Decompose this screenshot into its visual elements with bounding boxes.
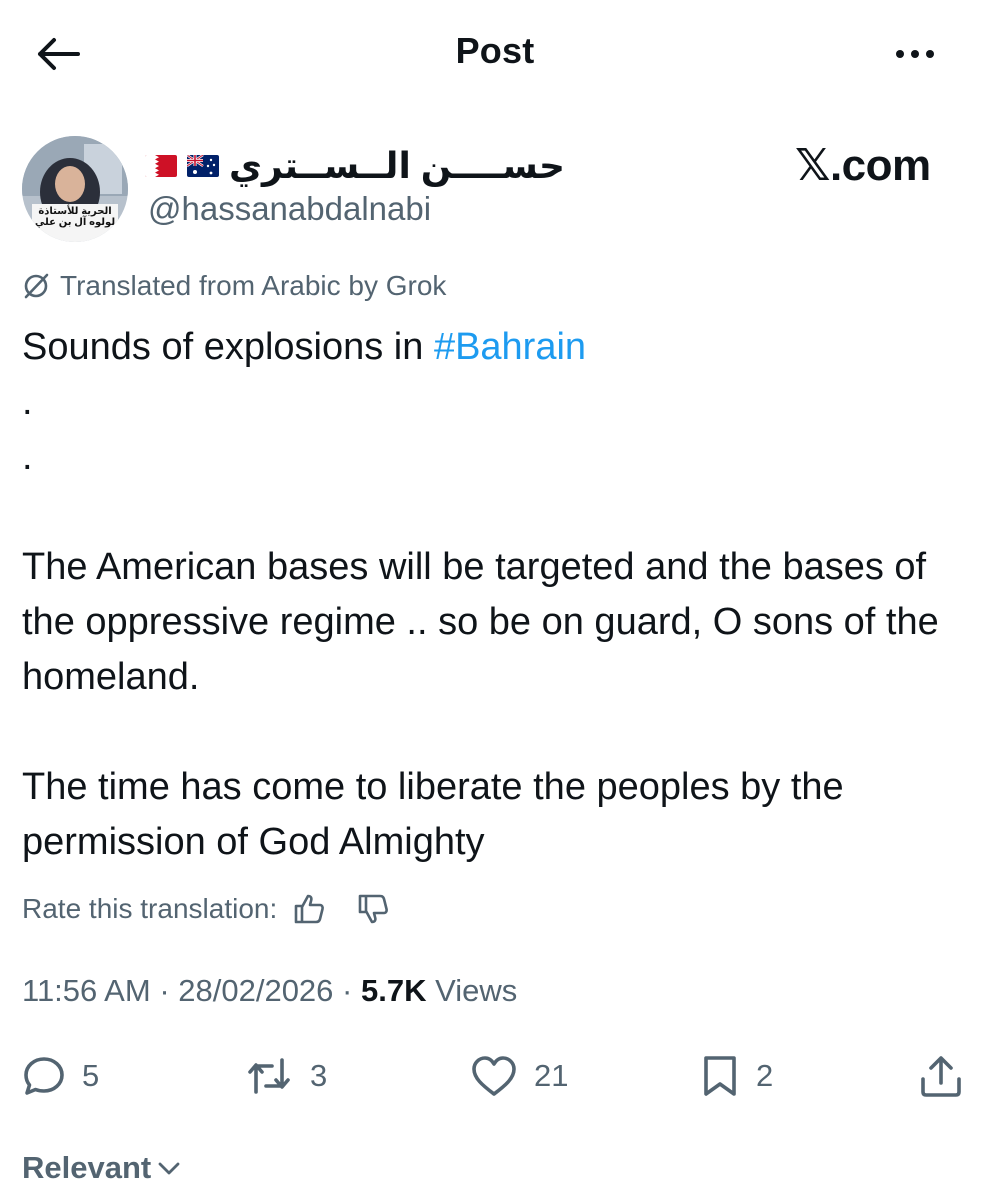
- thumbs-down-button[interactable]: [351, 887, 395, 931]
- avatar-caption: الحرية للأستاذة لولوه آل بن علي: [34, 206, 116, 228]
- like-button[interactable]: 21: [470, 1048, 568, 1104]
- australia-flag-icon: [187, 155, 219, 177]
- post-time[interactable]: 11:56 AM: [22, 973, 151, 1008]
- more-button[interactable]: [880, 30, 950, 78]
- thumbs-up-icon: [294, 894, 325, 924]
- post-paragraph-2: The American bases will be targeted and …: [22, 546, 939, 698]
- sort-label: Relevant: [22, 1150, 152, 1185]
- views-label: Views: [435, 973, 518, 1008]
- heart-icon: [472, 1056, 516, 1096]
- thumbs-down-icon: [358, 894, 389, 924]
- post-line-1: Sounds of explosions in #Bahrain: [22, 320, 972, 375]
- bahrain-flag-icon: [145, 155, 177, 177]
- share-button[interactable]: [918, 1048, 964, 1104]
- meta-separator: ·: [159, 973, 170, 1008]
- post-dot-1: .: [22, 381, 33, 423]
- repost-button[interactable]: 3: [244, 1048, 327, 1104]
- post-text: Sounds of explosions in #Bahrain . . The…: [22, 320, 972, 870]
- grok-icon: [24, 273, 49, 299]
- repost-count: 3: [310, 1058, 328, 1093]
- avatar[interactable]: الحرية للأستاذة لولوه آل بن علي: [22, 136, 128, 242]
- like-count: 21: [534, 1058, 569, 1093]
- meta-separator: ·: [342, 973, 353, 1008]
- replies-sort-dropdown[interactable]: Relevant: [22, 1150, 181, 1186]
- reply-count: 5: [82, 1058, 100, 1093]
- rate-translation: Rate this translation:: [22, 887, 395, 931]
- bookmark-button[interactable]: 2: [700, 1048, 773, 1104]
- author-handle[interactable]: @hassanabdalnabi: [148, 190, 431, 228]
- bookmark-icon: [704, 1056, 736, 1096]
- post-date[interactable]: 28/02/2026: [178, 973, 333, 1008]
- reply-button[interactable]: 5: [22, 1048, 99, 1104]
- rate-label: Rate this translation:: [22, 893, 278, 924]
- post-dot-2: .: [22, 436, 33, 478]
- more-horizontal-icon: [893, 50, 938, 58]
- chevron-down-icon: [158, 1162, 180, 1175]
- post-meta: 11:56 AM · 28/02/2026 · 5.7K Views: [22, 973, 517, 1009]
- thumbs-up-button[interactable]: [287, 887, 331, 931]
- author-name: حســــن الــســتري: [229, 145, 565, 186]
- translation-note: Translated from Arabic by Grok: [22, 270, 446, 302]
- page-title: Post: [455, 30, 535, 71]
- post-line-1-text: Sounds of explosions in: [22, 326, 434, 368]
- reply-icon: [24, 1057, 64, 1095]
- repost-icon: [248, 1058, 290, 1094]
- bookmark-count: 2: [756, 1058, 774, 1093]
- hashtag-link[interactable]: #Bahrain: [434, 326, 586, 368]
- translation-label: Translated from Arabic by Grok: [60, 270, 447, 301]
- views-count: 5.7K: [361, 973, 427, 1008]
- share-icon: [921, 1056, 961, 1097]
- post-paragraph-3: The time has come to liberate the people…: [22, 766, 844, 863]
- x-watermark: 𝕏.com: [795, 141, 931, 190]
- author-name-row[interactable]: حســــن الــســتري: [145, 140, 565, 192]
